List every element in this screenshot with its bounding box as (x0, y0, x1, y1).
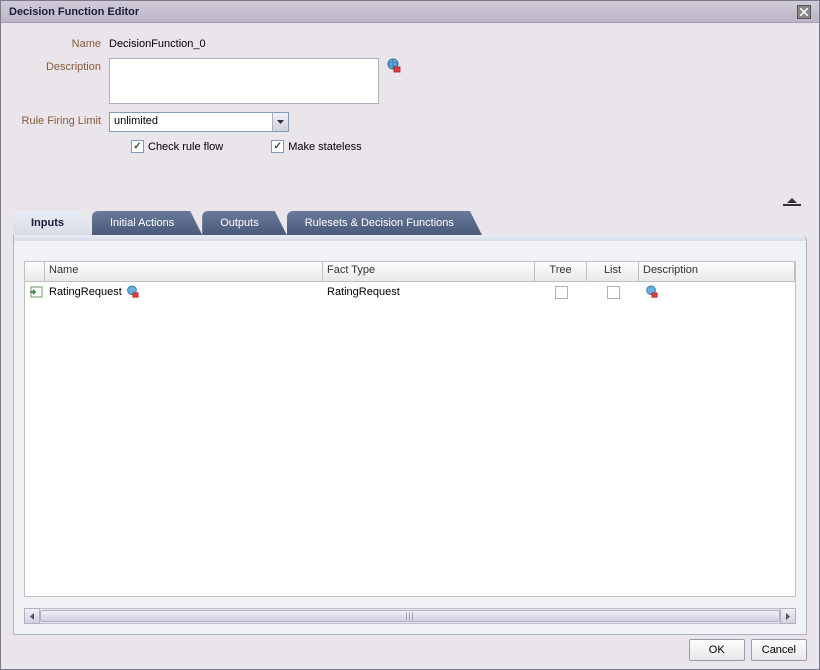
cell-name[interactable]: RatingRequest (45, 282, 323, 302)
grid-header: Name Fact Type Tree List Description (25, 262, 795, 282)
header-icon-col[interactable] (25, 262, 45, 281)
description-label: Description (19, 58, 109, 73)
tab-bar: Inputs Initial Actions Outputs Rulesets … (13, 211, 807, 235)
header-tree[interactable]: Tree (535, 262, 587, 281)
scroll-right-icon[interactable] (780, 608, 796, 624)
cell-fact-type[interactable]: RatingRequest (323, 284, 535, 300)
tab-inputs[interactable]: Inputs (13, 211, 92, 235)
globe-icon[interactable] (385, 58, 401, 74)
make-stateless-item[interactable]: Make stateless (271, 140, 361, 153)
tabs-container: Inputs Initial Actions Outputs Rulesets … (13, 211, 807, 635)
check-rule-flow-checkbox[interactable] (131, 140, 144, 153)
make-stateless-label: Make stateless (288, 141, 361, 153)
tab-content: Name Fact Type Tree List Description R (13, 235, 807, 635)
collapse-toggle-icon[interactable] (783, 197, 801, 210)
form-area: Name DecisionFunction_0 Description Rule… (1, 23, 819, 163)
cancel-button[interactable]: Cancel (751, 639, 807, 661)
ok-button[interactable]: OK (689, 639, 745, 661)
scroll-thumb[interactable]: ||| (40, 610, 780, 622)
header-name[interactable]: Name (45, 262, 323, 281)
rule-firing-limit-label: Rule Firing Limit (19, 112, 109, 127)
grid: Name Fact Type Tree List Description R (24, 261, 796, 597)
tab-initial-actions[interactable]: Initial Actions (92, 211, 202, 235)
check-rule-flow-item[interactable]: Check rule flow (131, 140, 223, 153)
header-description[interactable]: Description (639, 262, 795, 281)
close-icon[interactable] (797, 5, 811, 19)
scroll-track[interactable]: ||| (40, 608, 780, 624)
description-input[interactable] (109, 58, 379, 104)
name-value: DecisionFunction_0 (109, 35, 206, 50)
chevron-down-icon (272, 113, 288, 131)
table-row[interactable]: RatingRequest RatingRequest (25, 282, 795, 302)
tab-label: Rulesets & Decision Functions (305, 217, 454, 229)
cell-tree (535, 284, 587, 301)
tab-outputs[interactable]: Outputs (202, 211, 287, 235)
name-label: Name (19, 35, 109, 50)
row-type-icon (25, 282, 45, 302)
globe-icon[interactable] (643, 284, 659, 300)
globe-icon[interactable] (124, 284, 140, 300)
rule-firing-limit-select[interactable]: unlimited (109, 112, 289, 132)
row-name: Name DecisionFunction_0 (19, 35, 801, 50)
check-rule-flow-label: Check rule flow (148, 141, 223, 153)
tree-checkbox[interactable] (555, 286, 568, 299)
cell-name-text: RatingRequest (49, 286, 122, 298)
make-stateless-checkbox[interactable] (271, 140, 284, 153)
checkbox-row: Check rule flow Make stateless (131, 140, 801, 153)
header-list[interactable]: List (587, 262, 639, 281)
tab-label: Outputs (220, 217, 259, 229)
button-bar: OK Cancel (689, 639, 807, 661)
scroll-left-icon[interactable] (24, 608, 40, 624)
tab-label: Initial Actions (110, 217, 174, 229)
titlebar: Decision Function Editor (1, 1, 819, 23)
cell-description[interactable] (639, 282, 795, 302)
cell-list (587, 284, 639, 301)
row-description: Description (19, 58, 801, 104)
tab-label: Inputs (31, 217, 64, 229)
tab-rulesets[interactable]: Rulesets & Decision Functions (287, 211, 482, 235)
horizontal-scrollbar[interactable]: ||| (24, 608, 796, 624)
row-rule-firing-limit: Rule Firing Limit unlimited (19, 112, 801, 132)
rule-firing-limit-value: unlimited (114, 115, 158, 127)
window-title: Decision Function Editor (9, 6, 139, 18)
list-checkbox[interactable] (607, 286, 620, 299)
header-fact-type[interactable]: Fact Type (323, 262, 535, 281)
